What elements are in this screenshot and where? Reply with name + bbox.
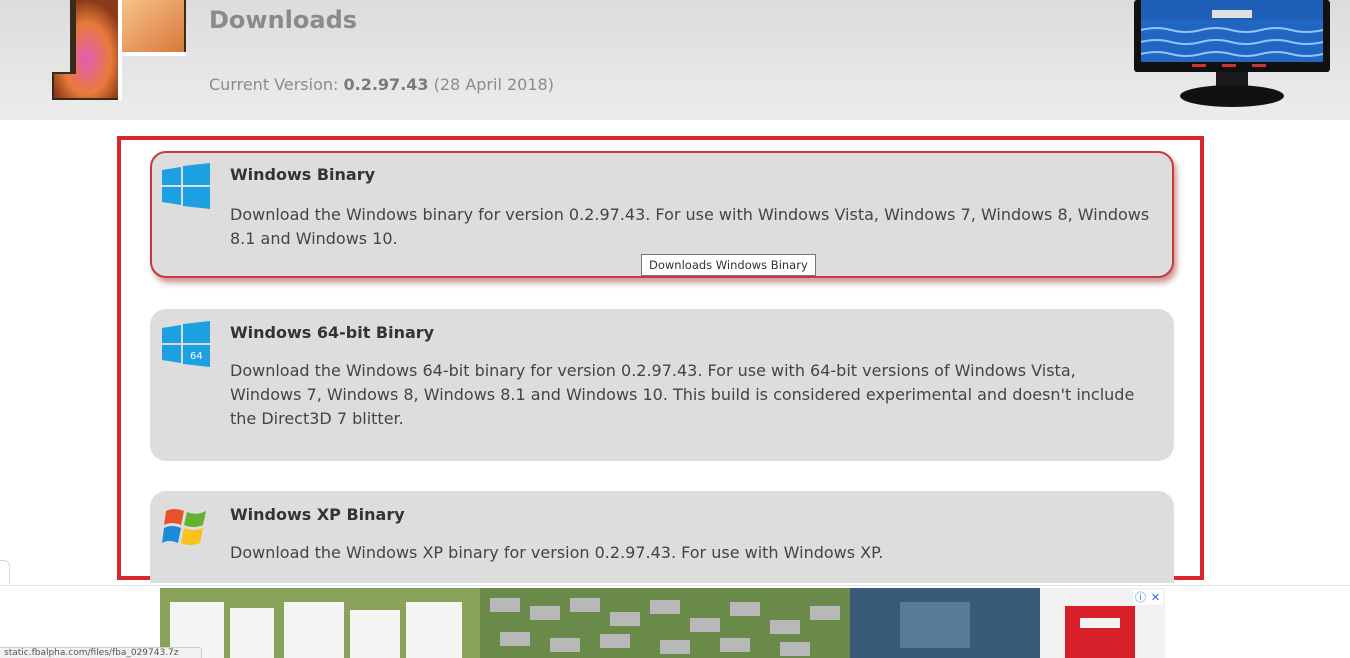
page-title: Downloads [209,6,358,34]
site-logo[interactable] [50,0,186,100]
ad-banner[interactable]: ⓘ ✕ [160,588,1165,658]
download-description: Download the Windows binary for version … [230,205,1150,248]
ad-close-icon[interactable]: ✕ [1148,590,1163,605]
download-title: Windows Binary [230,165,376,184]
side-tab[interactable] [0,560,10,584]
monitor-image [1134,0,1330,107]
download-description: Download the Windows 64-bit binary for v… [230,361,1135,428]
windows-64-icon [162,321,210,367]
current-version: Current Version: 0.2.97.43 (28 April 201… [209,75,554,94]
icon-badge-64: 64 [190,351,203,362]
divider [0,585,1350,586]
ad-info-icon[interactable]: ⓘ [1133,590,1148,605]
status-bar-url: static.fbalpha.com/files/fba_029743.7z [0,647,202,658]
version-number: 0.2.97.43 [343,75,429,94]
version-label: Current Version: [209,75,339,94]
download-title: Windows 64-bit Binary [230,323,435,342]
download-description: Download the Windows XP binary for versi… [230,543,884,562]
ad-image [160,588,1165,658]
windows-xp-icon [162,509,206,545]
page-header: Downloads Current Version: 0.2.97.43 (28… [0,0,1350,120]
tooltip: Downloads Windows Binary [641,254,816,276]
version-date: (28 April 2018) [433,75,554,94]
download-windows-64-binary[interactable]: 64 Windows 64-bit Binary Download the Wi… [150,309,1174,461]
download-title: Windows XP Binary [230,505,405,524]
windows-icon [162,163,210,209]
ad-controls: ⓘ ✕ [1133,590,1163,605]
download-windows-xp-binary[interactable]: Windows XP Binary Download the Windows X… [150,491,1174,583]
